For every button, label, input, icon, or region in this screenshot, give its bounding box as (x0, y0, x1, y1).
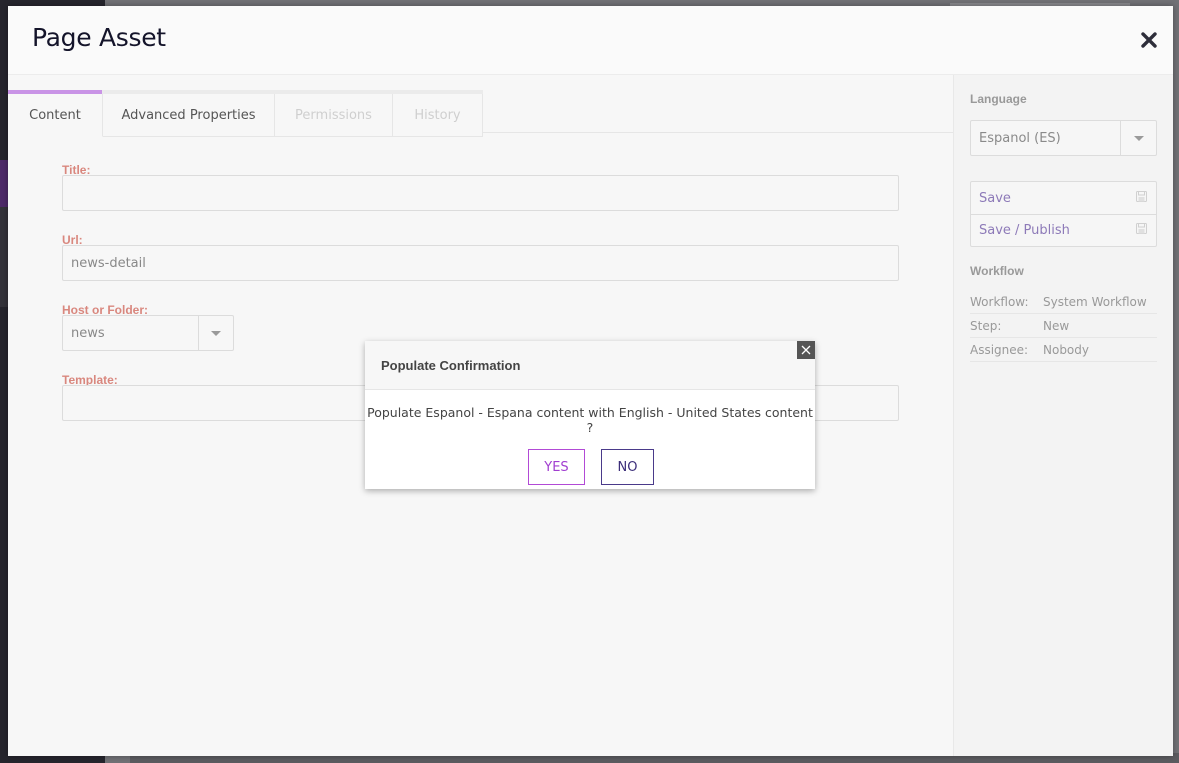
close-icon (801, 345, 811, 355)
dialog-header: Populate Confirmation (365, 341, 815, 390)
tab-content[interactable]: Content (8, 90, 103, 137)
chevron-down-icon (211, 330, 221, 336)
modal-header: Page Asset (8, 6, 1173, 75)
save-icon (1136, 190, 1147, 206)
title-input[interactable] (62, 175, 899, 211)
save-button[interactable]: Save (971, 182, 1156, 214)
language-heading: Language (970, 92, 1027, 106)
step-value: New (1043, 318, 1070, 333)
host-folder-select[interactable]: news (62, 315, 234, 351)
side-panel: Language Espanol (ES) Save Save / Publis… (953, 75, 1173, 756)
save-publish-button[interactable]: Save / Publish (971, 214, 1156, 246)
language-value: Espanol (ES) (979, 130, 1061, 146)
step-key: Step: (970, 318, 1002, 333)
assignee-value: Nobody (1043, 342, 1089, 357)
close-icon[interactable] (1139, 30, 1159, 50)
host-folder-value: news (71, 325, 105, 341)
tab-advanced-properties[interactable]: Advanced Properties (103, 94, 275, 137)
action-list: Save Save / Publish (970, 181, 1157, 247)
host-folder-dropdown-button[interactable] (198, 316, 233, 350)
yes-button[interactable]: YES (528, 449, 585, 485)
language-dropdown-button[interactable] (1120, 121, 1156, 155)
dialog-buttons: YES NO (367, 449, 815, 485)
save-icon (1136, 223, 1147, 238)
workflow-heading: Workflow (970, 264, 1024, 278)
language-select[interactable]: Espanol (ES) (970, 120, 1157, 156)
dialog-message: Populate Espanol - Espana content with E… (367, 405, 813, 435)
workflow-row: Workflow: System Workflow (970, 290, 1157, 314)
tab-permissions[interactable]: Permissions (275, 94, 393, 137)
assignee-row: Assignee: Nobody (970, 338, 1157, 362)
no-button[interactable]: NO (601, 449, 654, 485)
workflow-value: System Workflow (1043, 294, 1147, 309)
dialog-close-button[interactable] (797, 341, 815, 359)
chevron-down-icon (1133, 135, 1144, 141)
populate-confirmation-dialog: Populate Confirmation Populate Espanol -… (365, 341, 815, 489)
tab-history[interactable]: History (393, 94, 483, 137)
tab-bar: Content Advanced Properties Permissions … (8, 90, 483, 137)
workflow-key: Workflow: (970, 294, 1029, 309)
workflow-details: Workflow: System Workflow Step: New Assi… (970, 290, 1157, 362)
dialog-title: Populate Confirmation (381, 357, 521, 373)
save-label: Save (979, 190, 1011, 206)
save-publish-label: Save / Publish (979, 223, 1070, 238)
step-row: Step: New (970, 314, 1157, 338)
modal-title: Page Asset (32, 23, 166, 52)
assignee-key: Assignee: (970, 342, 1029, 357)
url-input[interactable]: news-detail (62, 245, 899, 281)
